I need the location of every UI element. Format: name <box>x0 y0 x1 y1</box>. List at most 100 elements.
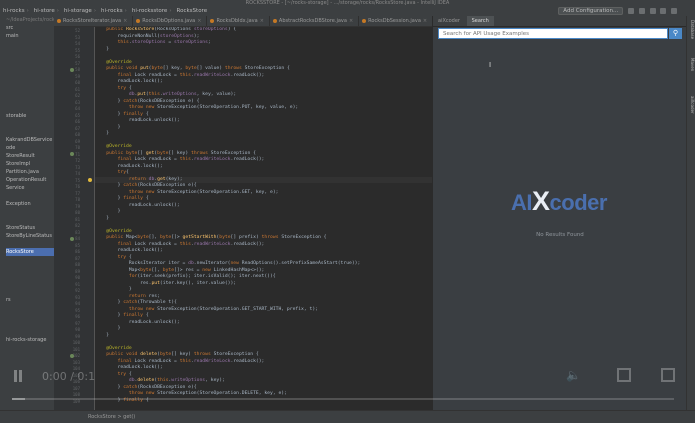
line-number: 79 <box>75 203 80 209</box>
project-tree-item[interactable] <box>6 280 54 288</box>
project-tree-item[interactable] <box>6 304 54 312</box>
project-tree-item[interactable] <box>6 312 54 320</box>
debug-icon[interactable] <box>638 7 645 14</box>
project-tree-item[interactable] <box>6 240 54 248</box>
line-number: 80 <box>75 210 80 215</box>
tool-window-button[interactable]: aiXcoder <box>688 96 695 114</box>
override-marker-icon[interactable] <box>70 236 74 241</box>
tool-window-button[interactable]: Database <box>688 20 695 39</box>
project-tree-item[interactable]: ode <box>6 144 54 152</box>
close-tab-icon[interactable]: × <box>197 18 201 24</box>
project-tree-item[interactable] <box>6 256 54 264</box>
java-class-icon <box>136 18 141 23</box>
close-tab-icon[interactable]: × <box>260 18 264 24</box>
close-tab-icon[interactable]: × <box>423 18 427 24</box>
editor-tab[interactable]: RocksDbOptions.java × <box>133 16 208 26</box>
close-tab-icon[interactable]: × <box>349 18 353 24</box>
project-tree-item[interactable] <box>6 128 54 136</box>
line-number: 73 <box>75 164 80 170</box>
line-number: 100 <box>72 340 80 345</box>
project-tree-item[interactable] <box>6 264 54 272</box>
project-tree-item[interactable] <box>6 64 54 72</box>
breadcrumb-separator: › <box>124 8 127 14</box>
project-tree-item[interactable]: Partition.java <box>6 168 54 176</box>
project-tree-item[interactable]: rs <box>6 296 54 304</box>
project-tree-item[interactable]: StoreByLineStatus <box>6 232 54 240</box>
line-number: 61 <box>75 86 80 92</box>
run-icon[interactable] <box>628 7 634 14</box>
tab-aixcoder[interactable]: aiXcoder <box>433 16 465 26</box>
project-tree-item[interactable]: RocksStore <box>6 248 54 256</box>
project-tree-item[interactable] <box>6 120 54 128</box>
line-number: 62 <box>75 93 80 98</box>
editor-tab[interactable]: RocksStoreIterator.java × <box>54 16 134 26</box>
line-number: 101 <box>72 346 80 352</box>
project-tree[interactable]: ~/IdeaProjects/rocks src main storable Kak… <box>6 16 54 410</box>
project-tree-item[interactable]: main <box>6 32 54 40</box>
breadcrumb-item[interactable]: hi-rocks <box>101 8 123 14</box>
java-class-icon <box>57 18 61 23</box>
project-tree-item[interactable] <box>6 272 54 280</box>
tab-search[interactable]: Search <box>466 16 494 26</box>
breadcrumb-item[interactable]: hi-rocksstore <box>132 8 168 14</box>
project-tree-item[interactable]: Service <box>6 184 54 192</box>
project-tree-item[interactable]: src <box>6 24 54 32</box>
line-number: 56 <box>75 54 80 59</box>
breadcrumb-item[interactable]: hi-storage <box>64 8 92 14</box>
logo-ai-text: AI <box>511 190 533 215</box>
project-tree-item[interactable] <box>6 56 54 64</box>
project-tree-item[interactable]: StoreResult <box>6 152 54 160</box>
search-button[interactable]: ⚲ <box>669 28 682 39</box>
project-tree-item[interactable] <box>6 216 54 224</box>
project-tree-item[interactable] <box>6 40 54 48</box>
project-tree-item[interactable] <box>6 328 54 336</box>
editor-gutter[interactable]: 52 53 54 55 56 57 58 59 60 61 62 63 64 65 66 67 68 69 70 71… <box>54 27 95 410</box>
project-tree-item[interactable]: storable <box>6 112 54 120</box>
editor-tab[interactable]: RocksDbIdx.java × <box>207 16 270 26</box>
stop-icon[interactable] <box>649 7 656 14</box>
override-marker-icon[interactable] <box>70 152 74 156</box>
playback-progress-bar[interactable] <box>12 398 674 400</box>
api-search-input[interactable] <box>438 28 668 39</box>
project-tree-item[interactable] <box>6 104 54 112</box>
project-tree-item[interactable] <box>6 320 54 328</box>
video-player-controls: 0:00 / 0:1 🔈 <box>0 362 695 422</box>
project-tree-item[interactable]: hi-rocks-storage <box>6 336 54 344</box>
line-number: 65 <box>75 112 80 118</box>
api-search-bar: ⚲ <box>438 28 682 39</box>
build-icon[interactable] <box>660 7 667 14</box>
fullscreen-icon[interactable] <box>661 368 675 382</box>
override-marker-icon[interactable] <box>70 67 74 72</box>
project-tree-item[interactable]: Exception <box>6 200 54 208</box>
project-tree-item[interactable] <box>6 48 54 56</box>
lightbulb-icon[interactable] <box>88 178 92 182</box>
project-tree-item[interactable]: StoreStatus <box>6 224 54 232</box>
project-tree-item[interactable] <box>6 72 54 80</box>
project-tree-item[interactable]: StoreImpl <box>6 160 54 168</box>
line-number: 95 <box>75 307 80 313</box>
code-editor[interactable]: public RocksStore(RocksOptions storeOpti… <box>95 27 432 410</box>
project-tree-item[interactable] <box>6 96 54 104</box>
search-everywhere-icon[interactable] <box>671 7 677 14</box>
breadcrumb-separator: › <box>56 8 59 14</box>
close-tab-icon[interactable]: × <box>123 18 127 24</box>
project-tree-item[interactable] <box>6 88 54 96</box>
breadcrumb-item[interactable]: RocksStore <box>177 8 208 14</box>
volume-icon[interactable]: 🔈 <box>566 368 582 382</box>
project-tree-item[interactable] <box>6 192 54 200</box>
run-configuration-button[interactable]: Add Configuration... <box>558 7 624 15</box>
project-tree-item[interactable] <box>6 208 54 216</box>
breadcrumb-item[interactable]: hi-store <box>34 8 55 14</box>
tool-window-button[interactable]: Maven <box>688 58 695 71</box>
override-marker-icon[interactable] <box>70 353 74 358</box>
pause-button[interactable] <box>14 370 22 382</box>
breadcrumb-item[interactable]: hi-rocks <box>3 8 25 14</box>
project-tree-item[interactable]: ~/IdeaProjects/rocks <box>6 16 54 24</box>
settings-icon[interactable] <box>617 368 631 382</box>
editor-tab[interactable]: AbstractRocksDBStore.java × <box>270 16 360 26</box>
project-tree-item[interactable]: KakrandDBService <box>6 136 54 144</box>
project-tree-item[interactable] <box>6 80 54 88</box>
project-tree-item[interactable] <box>6 288 54 296</box>
editor-tab[interactable]: RocksDbSession.java × <box>359 16 432 26</box>
project-tree-item[interactable]: OperationResult <box>6 176 54 184</box>
